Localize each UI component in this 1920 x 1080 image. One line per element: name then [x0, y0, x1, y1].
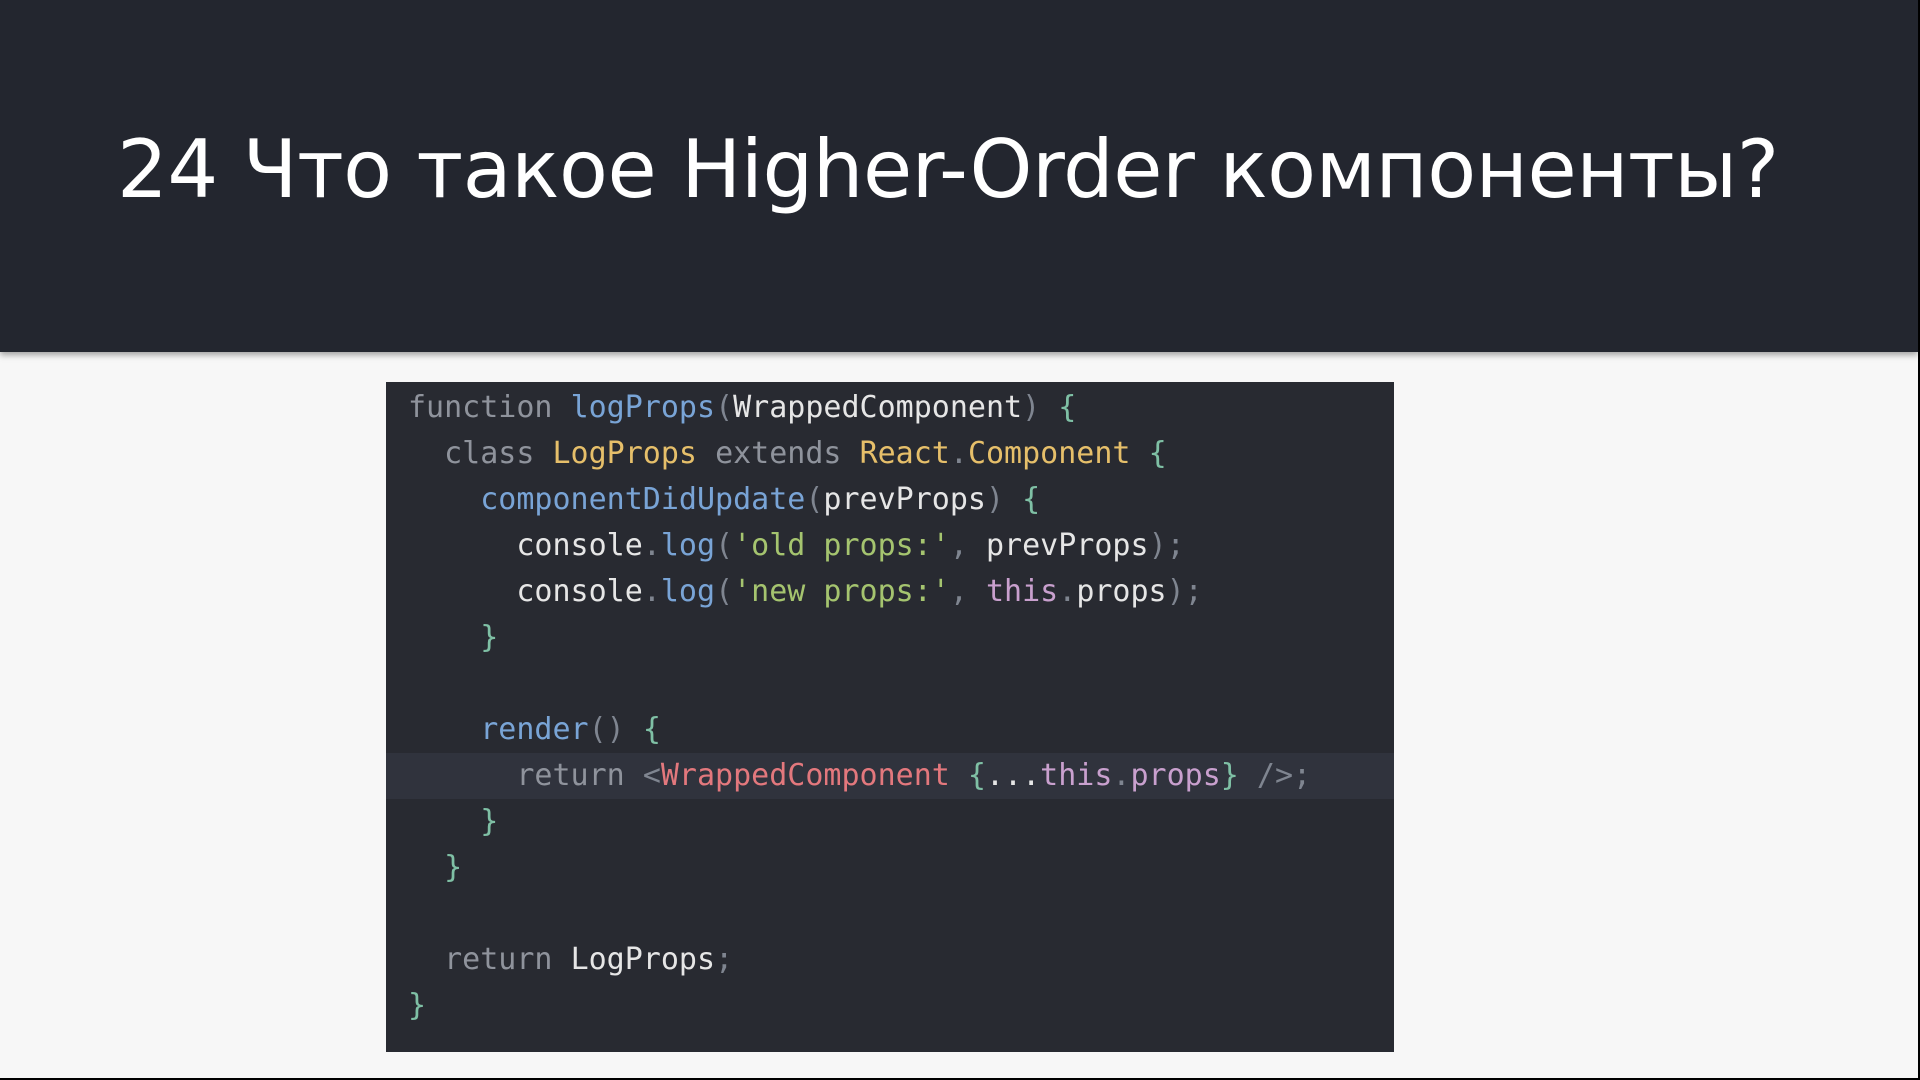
- code-token: <: [642, 758, 661, 793]
- code-token: .: [642, 574, 661, 609]
- code-token: }: [1220, 758, 1257, 793]
- code-line: }: [386, 845, 1394, 891]
- code-token: }: [408, 804, 499, 839]
- code-token: prevProps: [823, 482, 986, 517]
- code-token: (: [715, 528, 734, 563]
- code-token: ,: [949, 574, 986, 609]
- code-token: log: [660, 528, 716, 563]
- code-token: .: [1112, 758, 1131, 793]
- code-line: console.log('old props:', prevProps);: [386, 523, 1394, 569]
- code-token: />;: [1256, 758, 1312, 793]
- code-token: props: [1076, 574, 1167, 609]
- code-token: .: [1058, 574, 1077, 609]
- code-token: WrappedComponent: [733, 390, 1023, 425]
- code-token: {: [1148, 436, 1167, 471]
- code-token: extends: [715, 436, 860, 471]
- code-token: return: [408, 758, 643, 793]
- code-token: logProps: [570, 390, 716, 425]
- slide-header: 24 Что такое Higher-Order компоненты?: [0, 0, 1918, 352]
- code-token: {: [1058, 390, 1077, 425]
- code-token: {: [967, 758, 986, 793]
- code-token: }: [408, 988, 427, 1023]
- code-token: );: [1166, 574, 1203, 609]
- code-token: {: [1022, 482, 1041, 517]
- code-token: prevProps: [986, 528, 1149, 563]
- code-token: WrappedComponent: [660, 758, 968, 793]
- code-token: {: [642, 712, 661, 747]
- code-token: 'old props:': [733, 528, 950, 563]
- code-token: render: [408, 712, 589, 747]
- code-line: class LogProps extends React.Component {: [386, 431, 1394, 477]
- code-line: function logProps(WrappedComponent) {: [386, 385, 1394, 431]
- code-token: console: [408, 528, 643, 563]
- code-token: LogProps: [570, 942, 716, 977]
- code-token: console: [408, 574, 643, 609]
- code-token: LogProps: [552, 436, 716, 471]
- code-line: }: [386, 983, 1394, 1029]
- code-line: render() {: [386, 707, 1394, 753]
- code-token: React: [859, 436, 950, 471]
- code-token: (): [588, 712, 643, 747]
- code-token: ;: [715, 942, 734, 977]
- code-token: componentDidUpdate: [408, 482, 806, 517]
- code-token: this: [986, 574, 1059, 609]
- code-token: class: [408, 436, 553, 471]
- code-line: }: [386, 799, 1394, 845]
- code-token: (: [805, 482, 824, 517]
- presentation-slide: 24 Что такое Higher-Order компоненты? fu…: [0, 0, 1918, 1078]
- code-token: ,: [949, 528, 986, 563]
- code-token: }: [408, 620, 499, 655]
- code-token: .: [642, 528, 661, 563]
- code-line-highlighted: return <WrappedComponent {...this.props}…: [386, 753, 1394, 799]
- code-token: (: [715, 574, 734, 609]
- code-token: this: [1040, 758, 1113, 793]
- code-line: }: [386, 615, 1394, 661]
- code-token: ): [985, 482, 1023, 517]
- code-token: 'new props:': [733, 574, 950, 609]
- code-line: console.log('new props:', this.props);: [386, 569, 1394, 615]
- code-token: (: [715, 390, 734, 425]
- code-line: componentDidUpdate(prevProps) {: [386, 477, 1394, 523]
- code-token: ): [1022, 390, 1059, 425]
- code-token: log: [660, 574, 716, 609]
- slide-title: 24 Что такое Higher-Order компоненты?: [117, 123, 1779, 216]
- code-token: function: [408, 390, 571, 425]
- code-token: props: [1130, 758, 1221, 793]
- code-line: return LogProps;: [386, 937, 1394, 983]
- code-block: function logProps(WrappedComponent) { cl…: [386, 382, 1394, 1052]
- code-token: }: [408, 850, 463, 885]
- code-token: Component: [967, 436, 1149, 471]
- code-token: );: [1148, 528, 1185, 563]
- code-token: .: [949, 436, 968, 471]
- code-token: return: [408, 942, 571, 977]
- code-token: ...: [985, 758, 1041, 793]
